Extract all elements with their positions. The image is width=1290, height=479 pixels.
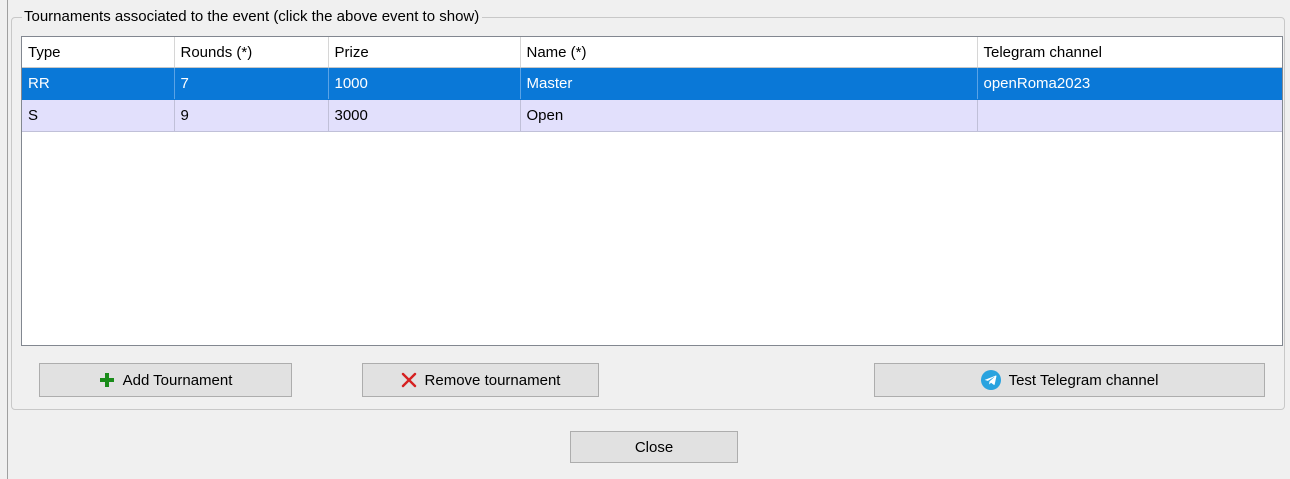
test-telegram-label: Test Telegram channel xyxy=(1008,371,1159,389)
cell-telegram[interactable]: openRoma2023 xyxy=(977,67,1282,100)
cell-telegram[interactable] xyxy=(977,99,1282,132)
add-tournament-button[interactable]: Add Tournament xyxy=(39,363,292,397)
table-row[interactable]: RR 7 1000 Master openRoma2023 xyxy=(22,67,1282,100)
column-header-telegram[interactable]: Telegram channel xyxy=(977,37,1282,68)
table-header-row: Type Rounds (*) Prize Name (*) Telegram … xyxy=(22,37,1282,68)
close-button[interactable]: Close xyxy=(570,431,738,463)
close-label: Close xyxy=(634,438,674,456)
remove-tournament-label: Remove tournament xyxy=(424,371,561,389)
plus-icon xyxy=(99,372,115,388)
column-header-rounds[interactable]: Rounds (*) xyxy=(174,37,329,68)
window-left-edge xyxy=(7,0,8,479)
remove-tournament-button[interactable]: Remove tournament xyxy=(362,363,599,397)
cell-prize[interactable]: 1000 xyxy=(328,67,521,100)
column-header-type[interactable]: Type xyxy=(22,37,175,68)
telegram-icon xyxy=(980,370,1001,390)
group-title: Tournaments associated to the event (cli… xyxy=(22,8,483,26)
cell-name[interactable]: Master xyxy=(520,67,978,100)
cell-type[interactable]: S xyxy=(22,99,175,132)
column-header-name[interactable]: Name (*) xyxy=(520,37,978,68)
x-icon xyxy=(401,372,417,388)
cell-rounds[interactable]: 7 xyxy=(174,67,329,100)
column-header-prize[interactable]: Prize xyxy=(328,37,521,68)
cell-prize[interactable]: 3000 xyxy=(328,99,521,132)
tournaments-table[interactable]: Type Rounds (*) Prize Name (*) Telegram … xyxy=(21,36,1283,346)
add-tournament-label: Add Tournament xyxy=(122,371,233,389)
table-row[interactable]: S 9 3000 Open xyxy=(22,99,1282,132)
cell-rounds[interactable]: 9 xyxy=(174,99,329,132)
cell-name[interactable]: Open xyxy=(520,99,978,132)
test-telegram-button[interactable]: Test Telegram channel xyxy=(874,363,1265,397)
cell-type[interactable]: RR xyxy=(22,67,175,100)
